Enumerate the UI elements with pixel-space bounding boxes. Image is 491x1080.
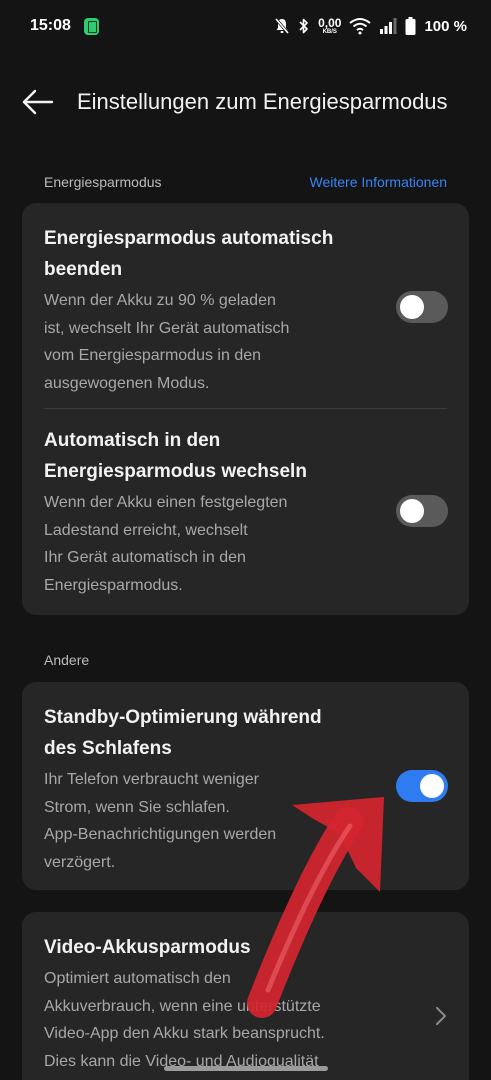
section-label-other: Andere bbox=[44, 652, 90, 668]
video-card: Video-Akkusparmodus Optimiert automatisc… bbox=[22, 912, 469, 1080]
standby-card: Standby-Optimierung während des Schlafen… bbox=[22, 682, 469, 890]
desc-line: Optimiert automatisch den bbox=[44, 970, 231, 987]
desc-line: Strom, wenn Sie schlafen. bbox=[44, 798, 230, 816]
status-bar: 15:08 0,00 KB/S 100 % bbox=[0, 0, 491, 54]
setting-description: Ihr Telefon verbraucht weniger Strom, we… bbox=[44, 766, 404, 876]
battery-percent: 100 % bbox=[424, 17, 467, 35]
wifi-icon bbox=[349, 18, 372, 35]
status-time: 15:08 bbox=[30, 17, 71, 34]
title-line: des Schlafens bbox=[44, 738, 172, 759]
desc-line: vom Energiesparmodus in den bbox=[44, 347, 262, 364]
mute-icon bbox=[274, 18, 290, 34]
desc-line: ist, wechselt Ihr Gerät automatisch bbox=[44, 319, 290, 337]
desc-line: Wenn der Akku zu 90 % geladen bbox=[44, 292, 276, 309]
standby-optimization-toggle[interactable] bbox=[396, 770, 448, 802]
setting-description: Optimiert automatisch den Akkuverbrauch,… bbox=[44, 965, 414, 1075]
bluetooth-icon bbox=[299, 18, 308, 34]
setting-auto-switch[interactable]: Automatisch in den Energiesparmodus wech… bbox=[44, 425, 404, 599]
status-icons: 0,00 KB/S 100 % bbox=[274, 14, 467, 38]
back-button[interactable] bbox=[20, 84, 56, 120]
desc-line: ausgewogenen Modus. bbox=[44, 374, 210, 392]
desc-line: Energiesparmodus. bbox=[44, 576, 183, 594]
section-label-energy: Energiesparmodus bbox=[44, 174, 162, 190]
signal-icon bbox=[380, 18, 397, 34]
battery-icon bbox=[405, 17, 416, 35]
setting-title: Automatisch in den Energiesparmodus wech… bbox=[44, 425, 404, 487]
setting-title: Energiesparmodus automatisch beenden bbox=[44, 223, 404, 285]
setting-description: Wenn der Akku zu 90 % geladen ist, wechs… bbox=[44, 287, 404, 397]
energy-settings-card: Energiesparmodus automatisch beenden Wen… bbox=[22, 203, 469, 615]
auto-exit-toggle[interactable] bbox=[396, 291, 448, 323]
setting-auto-exit[interactable]: Energiesparmodus automatisch beenden Wen… bbox=[44, 223, 404, 397]
setting-standby-optimization[interactable]: Standby-Optimierung während des Schlafen… bbox=[44, 702, 404, 876]
desc-line: Wenn der Akku einen festgelegten bbox=[44, 494, 288, 511]
toggle-knob bbox=[400, 295, 424, 319]
desc-line: verzögert. bbox=[44, 853, 116, 871]
setting-video-battery-saver[interactable]: Video-Akkusparmodus Optimiert automatisc… bbox=[44, 932, 414, 1075]
desc-line: Ihr Telefon verbraucht weniger bbox=[44, 771, 259, 788]
title-line: beenden bbox=[44, 259, 123, 280]
page-title: Einstellungen zum Energiesparmodus bbox=[77, 89, 448, 114]
title-line: Energiesparmodus wechseln bbox=[44, 461, 307, 482]
chevron-right-icon[interactable] bbox=[434, 1004, 448, 1028]
page-header: Einstellungen zum Energiesparmodus bbox=[0, 70, 491, 136]
battery-notification-icon bbox=[84, 18, 99, 35]
network-speed: 0,00 KB/S bbox=[318, 17, 341, 35]
setting-title: Video-Akkusparmodus bbox=[44, 937, 251, 958]
back-arrow-icon bbox=[22, 89, 54, 115]
setting-title: Standby-Optimierung während des Schlafen… bbox=[44, 702, 404, 764]
more-info-link[interactable]: Weitere Informationen bbox=[310, 174, 447, 190]
setting-description: Wenn der Akku einen festgelegten Ladesta… bbox=[44, 489, 404, 599]
desc-line: App-Benachrichtigungen werden bbox=[44, 826, 277, 843]
divider bbox=[44, 408, 447, 409]
gesture-bar[interactable] bbox=[164, 1066, 328, 1071]
title-line: Standby-Optimierung während bbox=[44, 707, 322, 728]
desc-line: Akkuverbrauch, wenn eine unterstützte bbox=[44, 997, 321, 1015]
desc-line: Video-App den Akku stark beansprucht. bbox=[44, 1025, 325, 1042]
auto-switch-toggle[interactable] bbox=[396, 495, 448, 527]
desc-line: Ladestand erreicht, wechselt bbox=[44, 521, 248, 539]
net-speed-unit: KB/S bbox=[322, 29, 337, 35]
desc-line: Ihr Gerät automatisch in den bbox=[44, 549, 246, 566]
toggle-knob bbox=[420, 774, 444, 798]
toggle-knob bbox=[400, 499, 424, 523]
title-line: Energiesparmodus automatisch bbox=[44, 228, 334, 249]
net-speed-value: 0,00 bbox=[318, 16, 342, 30]
title-line: Automatisch in den bbox=[44, 430, 221, 451]
